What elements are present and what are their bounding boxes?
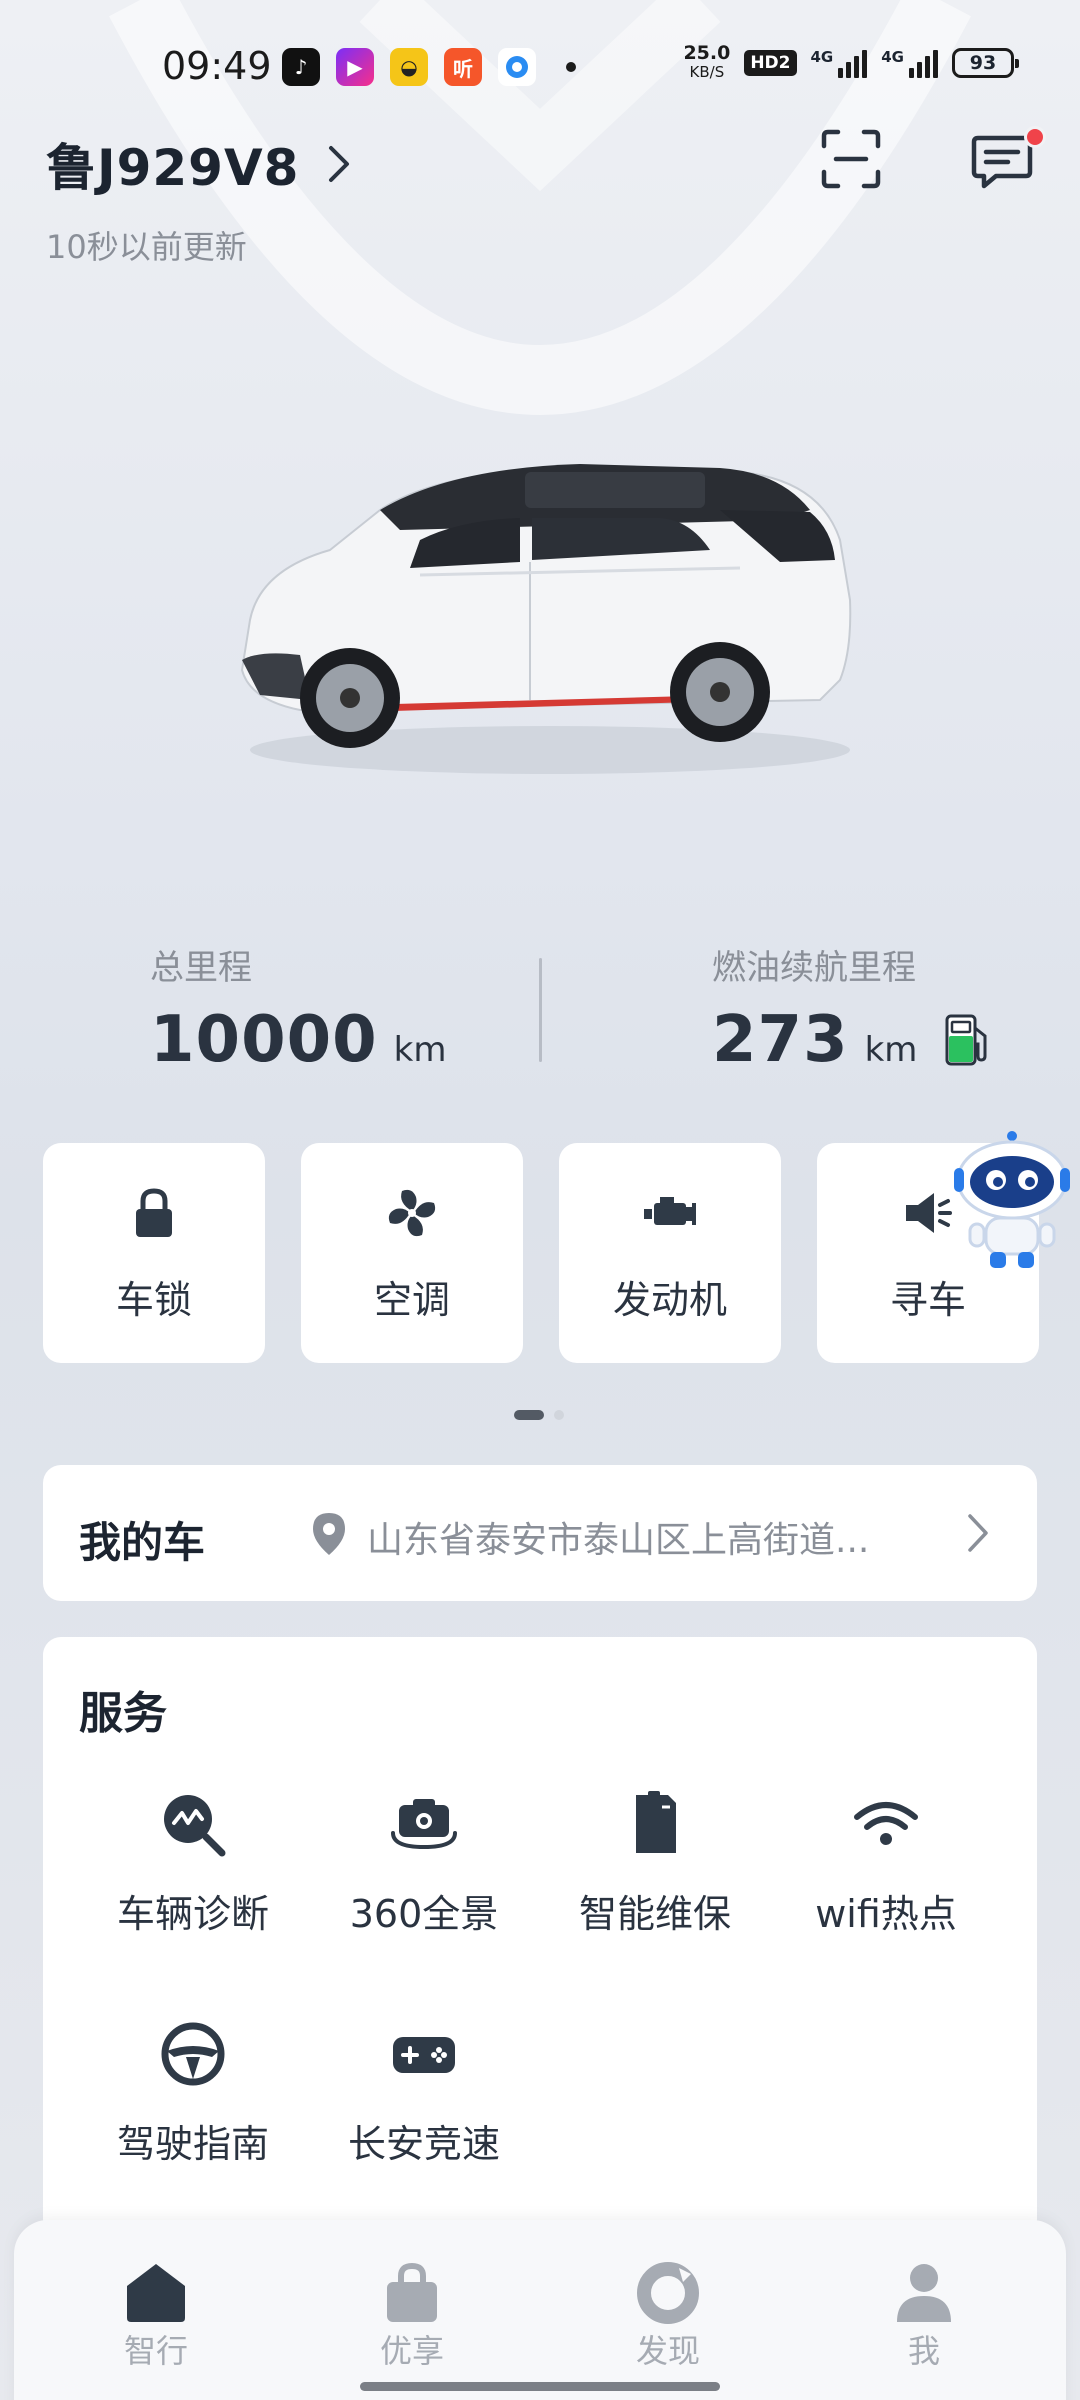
bag-icon xyxy=(387,2262,437,2322)
network-speed: 25.0 KB/S xyxy=(683,44,730,82)
car-location-address: 山东省泰安市泰山区上高街道... xyxy=(367,1520,870,1561)
blue-circle-app-icon xyxy=(498,48,536,86)
nav-tab-me[interactable]: 我 xyxy=(854,2260,994,2372)
fuel-range-value: 273 xyxy=(712,1003,849,1077)
car-image xyxy=(240,464,852,774)
video-player-icon: ▶ xyxy=(336,48,374,86)
total-mileage-label: 总里程 xyxy=(150,948,252,988)
fuel-range-label: 燃油续航里程 xyxy=(712,948,916,988)
services-card: 服务 车辆诊断 360全景 智能维保 wifi热点 驾驶指南 长安竞速 xyxy=(43,1637,1037,2237)
signal-icon: 4G xyxy=(811,48,868,78)
scan-icon[interactable] xyxy=(820,128,882,190)
update-timestamp: 10秒以前更新 xyxy=(46,228,247,266)
engine-label: 发动机 xyxy=(612,1277,727,1322)
services-title: 服务 xyxy=(79,1688,167,1739)
camera-360-icon xyxy=(391,1799,457,1850)
nav-label: 发现 xyxy=(635,2332,700,2370)
find-car-label: 寻车 xyxy=(889,1277,966,1322)
app-screen: 09:49 ♪ ▶ ◒ 听 25.0 KB/S HD2 4G 4G 93 鲁J9… xyxy=(0,0,1080,2400)
nav-label: 优享 xyxy=(379,2332,444,2370)
home-icon xyxy=(127,2264,185,2322)
page-dot xyxy=(554,1410,564,1420)
location-pin-icon xyxy=(313,1513,345,1555)
steering-wheel-icon xyxy=(161,2022,225,2086)
engine-button[interactable]: 发动机 xyxy=(559,1143,781,1363)
listen-app-icon: 听 xyxy=(444,48,482,86)
douyin-icon: ♪ xyxy=(282,48,320,86)
my-car-title: 我的车 xyxy=(79,1518,206,1567)
chevron-right-icon xyxy=(329,146,350,182)
nav-label: 我 xyxy=(907,2332,940,2370)
diagnosis-icon xyxy=(164,1795,226,1857)
page-indicator xyxy=(514,1410,564,1420)
total-mileage-value: 10000 xyxy=(150,1003,378,1077)
service-label: wifi热点 xyxy=(815,1892,957,1936)
notification-badge xyxy=(1024,126,1046,148)
gamepad-icon xyxy=(393,2037,455,2073)
network-speed-value: 25.0 xyxy=(683,42,731,64)
service-label: 驾驶指南 xyxy=(116,2122,269,2166)
bottom-navigation: 智行 优享 发现 我 xyxy=(14,2220,1066,2400)
air-conditioning-button[interactable]: 空调 xyxy=(301,1143,523,1363)
lock-icon xyxy=(136,1187,172,1237)
page-dot-active xyxy=(514,1410,544,1420)
more-dot-icon xyxy=(552,48,590,86)
service-vehicle-diagnosis[interactable]: 车辆诊断 xyxy=(78,1787,308,1938)
service-label: 360全景 xyxy=(349,1892,499,1936)
yellow-app-icon: ◒ xyxy=(390,48,428,86)
service-360-view[interactable]: 360全景 xyxy=(309,1787,539,1938)
fuel-range: 燃油续航里程 273 km xyxy=(712,940,993,1077)
network-speed-unit: KB/S xyxy=(689,63,725,81)
speaker-icon xyxy=(906,1192,952,1233)
signal-label-2: 4G xyxy=(881,48,904,66)
lock-button[interactable]: 车锁 xyxy=(43,1143,265,1363)
battery-level: 93 xyxy=(969,52,997,74)
service-smart-maintenance[interactable]: 智能维保 xyxy=(540,1787,770,1938)
signal-icon-2: 4G xyxy=(881,48,938,78)
engine-icon xyxy=(644,1196,696,1225)
wifi-icon xyxy=(854,1802,918,1845)
profile-icon xyxy=(897,2264,951,2322)
home-indicator[interactable] xyxy=(360,2382,720,2391)
service-label: 长安竞速 xyxy=(347,2122,500,2166)
assistant-robot-icon[interactable] xyxy=(950,1130,1074,1272)
fuel-pump-icon xyxy=(945,1014,987,1066)
chevron-right-icon xyxy=(968,1514,988,1552)
discover-icon xyxy=(637,2262,699,2324)
total-mileage-unit: km xyxy=(393,1030,447,1070)
status-bar: 09:49 ♪ ▶ ◒ 听 25.0 KB/S HD2 4G 4G 93 xyxy=(0,0,1080,136)
service-driving-guide[interactable]: 驾驶指南 xyxy=(78,2017,308,2168)
my-car-card[interactable]: 我的车 山东省泰安市泰山区上高街道... xyxy=(43,1465,1037,1601)
hd-badge: HD2 xyxy=(744,50,797,76)
service-wifi-hotspot[interactable]: wifi热点 xyxy=(771,1787,1001,1938)
service-label: 车辆诊断 xyxy=(116,1892,269,1936)
maintenance-icon xyxy=(636,1791,676,1853)
air-conditioning-label: 空调 xyxy=(373,1277,450,1322)
license-plate: 鲁J929V8 xyxy=(46,139,300,197)
nav-label: 智行 xyxy=(123,2332,188,2370)
fan-icon xyxy=(388,1189,436,1236)
vehicle-selector[interactable]: 鲁J929V8 xyxy=(46,128,353,200)
stats-divider xyxy=(539,958,542,1062)
signal-label-1: 4G xyxy=(810,48,834,66)
status-indicators: 25.0 KB/S HD2 4G 4G 93 xyxy=(683,44,1019,82)
nav-tab-discover[interactable]: 发现 xyxy=(598,2260,738,2372)
notification-app-icons: ♪ ▶ ◒ 听 xyxy=(282,48,590,86)
nav-tab-zhixing[interactable]: 智行 xyxy=(86,2260,226,2372)
nav-tab-youxiang[interactable]: 优享 xyxy=(342,2260,482,2372)
fuel-range-unit: km xyxy=(864,1030,918,1070)
battery-icon: 93 xyxy=(952,48,1019,78)
service-label: 智能维保 xyxy=(578,1892,731,1936)
service-changan-racing[interactable]: 长安竞速 xyxy=(309,2017,539,2168)
remote-controls: 车锁 空调 发动机 寻车 xyxy=(43,1143,1039,1363)
total-mileage: 总里程 10000 km xyxy=(150,940,446,1077)
status-time: 09:49 xyxy=(162,44,272,88)
lock-label: 车锁 xyxy=(115,1277,192,1322)
mileage-stats: 总里程 10000 km 燃油续航里程 273 km xyxy=(0,940,1080,1077)
